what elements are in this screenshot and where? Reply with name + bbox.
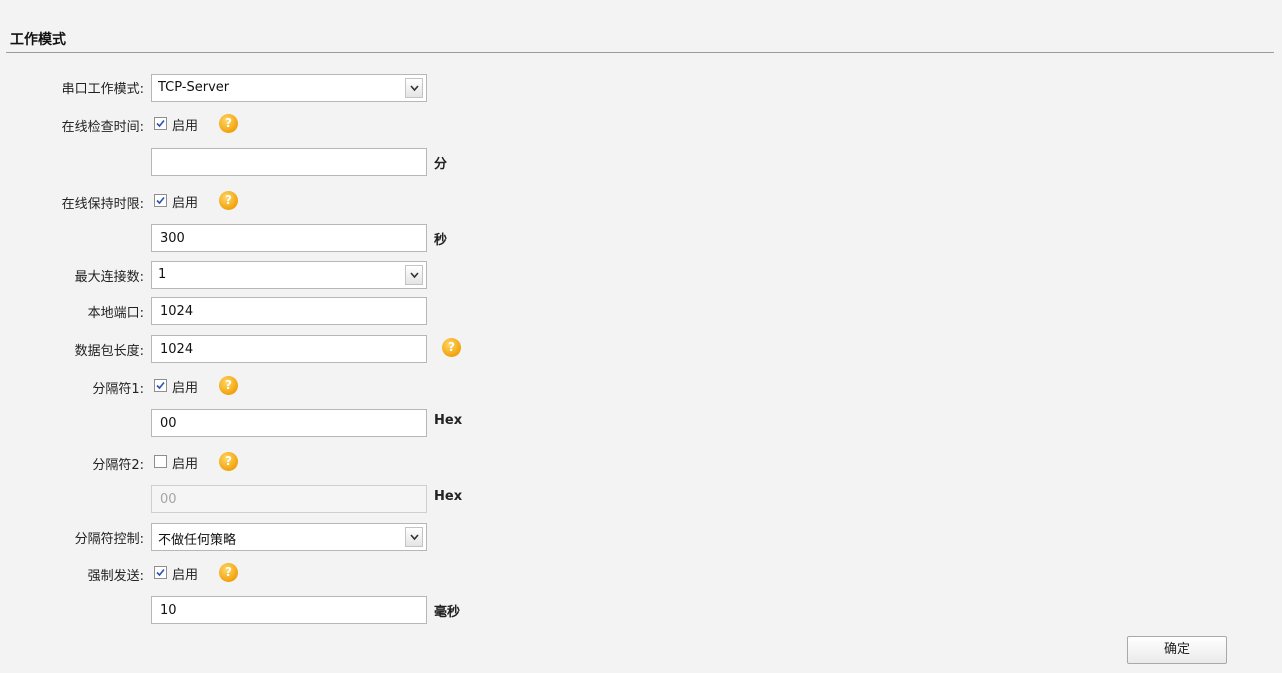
- online-check-unit: 分: [434, 157, 448, 172]
- chevron-down-icon[interactable]: [405, 265, 423, 285]
- force-send-unit: 毫秒: [434, 605, 461, 620]
- help-icon[interactable]: ?: [442, 338, 461, 357]
- delimiter-control-select[interactable]: 不做任何策略: [151, 523, 427, 551]
- serial-mode-value: TCP-Server: [158, 80, 230, 95]
- delimiter1-enable-label: 启用: [172, 381, 199, 396]
- force-send-input[interactable]: [151, 596, 427, 624]
- online-check-label: 在线检查时间:: [61, 120, 144, 135]
- delimiter1-checkbox[interactable]: [154, 379, 167, 392]
- keepalive-checkbox[interactable]: [154, 194, 167, 207]
- chevron-down-icon[interactable]: [405, 78, 423, 98]
- max-connections-select[interactable]: 1: [151, 261, 427, 289]
- force-send-enable-label: 启用: [172, 568, 199, 583]
- max-connections-label: 最大连接数:: [74, 270, 144, 285]
- online-check-enable-label: 启用: [172, 119, 199, 134]
- serial-mode-select[interactable]: TCP-Server: [151, 74, 427, 102]
- chevron-down-icon[interactable]: [405, 527, 423, 547]
- delimiter-control-label: 分隔符控制:: [74, 532, 144, 547]
- work-mode-panel: 工作模式 串口工作模式: TCP-Server 在线检查时间: 启用 ? 分 在…: [6, 12, 1282, 673]
- delimiter2-checkbox[interactable]: [154, 455, 167, 468]
- online-check-input[interactable]: [151, 148, 427, 176]
- help-icon[interactable]: ?: [219, 191, 238, 210]
- help-icon[interactable]: ?: [219, 376, 238, 395]
- packet-length-input[interactable]: [151, 335, 427, 363]
- local-port-label: 本地端口:: [87, 306, 144, 321]
- help-icon[interactable]: ?: [219, 563, 238, 582]
- delimiter2-enable-label: 启用: [172, 457, 199, 472]
- delimiter1-label: 分隔符1:: [92, 382, 144, 397]
- packet-length-label: 数据包长度:: [74, 344, 144, 359]
- delimiter-control-value: 不做任何策略: [158, 533, 237, 548]
- local-port-input[interactable]: [151, 297, 427, 325]
- keepalive-label: 在线保持时限:: [61, 197, 144, 212]
- delimiter2-label: 分隔符2:: [92, 458, 144, 473]
- confirm-button[interactable]: 确定: [1127, 636, 1227, 664]
- delimiter2-input[interactable]: [151, 485, 427, 513]
- online-check-checkbox[interactable]: [154, 117, 167, 130]
- max-connections-value: 1: [158, 267, 167, 282]
- delimiter1-enable[interactable]: 启用: [154, 376, 214, 396]
- section-title: 工作模式: [10, 32, 66, 48]
- delimiter2-unit: Hex: [434, 489, 463, 504]
- delimiter2-enable[interactable]: 启用: [154, 452, 214, 472]
- keepalive-enable-label: 启用: [172, 196, 199, 211]
- help-icon[interactable]: ?: [219, 114, 238, 133]
- force-send-enable[interactable]: 启用: [154, 563, 214, 583]
- help-icon[interactable]: ?: [219, 452, 238, 471]
- online-check-enable[interactable]: 启用: [154, 114, 214, 134]
- delimiter1-input[interactable]: [151, 409, 427, 437]
- keepalive-input[interactable]: [151, 224, 427, 252]
- force-send-label: 强制发送:: [87, 569, 144, 584]
- keepalive-unit: 秒: [434, 233, 448, 248]
- serial-mode-label: 串口工作模式:: [61, 82, 144, 97]
- keepalive-enable[interactable]: 启用: [154, 191, 214, 211]
- section-divider: [6, 52, 1274, 53]
- delimiter1-unit: Hex: [434, 413, 463, 428]
- force-send-checkbox[interactable]: [154, 566, 167, 579]
